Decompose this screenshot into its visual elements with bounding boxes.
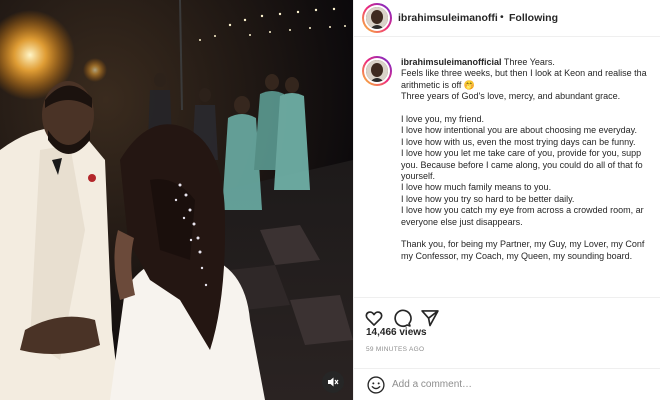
post-actions: 14,466 views 59 MINUTES AGO bbox=[354, 297, 660, 401]
post-details-panel: ibrahimsuleimanofficia • Following ibrah… bbox=[353, 0, 660, 400]
heart-icon[interactable] bbox=[364, 308, 384, 328]
caption-line: Feels like three weeks, but then I look … bbox=[401, 68, 647, 79]
profile-photo bbox=[366, 60, 388, 82]
caption-username[interactable]: ibrahimsuleimanofficial bbox=[401, 57, 502, 67]
send-icon[interactable] bbox=[420, 308, 440, 328]
separator-dot: • bbox=[500, 11, 504, 23]
caption-line: I love how you try so hard to be better … bbox=[401, 193, 575, 204]
comments-scroll-area[interactable]: ibrahimsuleimanofficial Three Years. Fee… bbox=[354, 37, 660, 297]
mute-button[interactable] bbox=[322, 371, 344, 393]
wedding-video-frame bbox=[0, 0, 353, 400]
comment-bubble-icon[interactable] bbox=[392, 308, 412, 328]
caption-line: you. Because before I came along, you co… bbox=[401, 159, 643, 170]
profile-photo bbox=[366, 7, 388, 29]
caption-line: I love how you let me take care of you, … bbox=[401, 148, 642, 159]
caption-avatar[interactable] bbox=[362, 56, 392, 86]
caption-line: I love how intentional you are about cho… bbox=[401, 125, 637, 136]
caption-line: arithmetic is off 🤭 bbox=[401, 79, 476, 90]
post-timestamp[interactable]: 59 MINUTES AGO bbox=[366, 346, 424, 353]
caption-title: Three Years. bbox=[503, 57, 555, 67]
caption-line: I love you, my friend. bbox=[401, 114, 485, 125]
caption-line: yourself. bbox=[401, 171, 436, 182]
caption-line: Thank you, for being my Partner, my Guy,… bbox=[401, 239, 645, 250]
post-video[interactable] bbox=[0, 0, 353, 400]
post-caption: ibrahimsuleimanofficial Three Years. Fee… bbox=[401, 57, 660, 262]
caption-line: everyone else just disappears. bbox=[401, 216, 523, 227]
following-button[interactable]: Following bbox=[509, 12, 558, 24]
caption-line: I love how much family means to you. bbox=[401, 182, 552, 193]
header-username[interactable]: ibrahimsuleimanofficia bbox=[398, 12, 498, 24]
caption-line: Three years of God's love, mercy, and ab… bbox=[401, 91, 621, 102]
smiley-icon[interactable] bbox=[366, 375, 386, 395]
view-count[interactable]: 14,466 views bbox=[366, 327, 427, 338]
avatar[interactable] bbox=[362, 3, 392, 33]
comment-form bbox=[354, 368, 660, 402]
caption-line: I love how you catch my eye from across … bbox=[401, 205, 644, 216]
caption-line: I love how with us, even the most trying… bbox=[401, 136, 636, 147]
caption-line: my Confessor, my Coach, my Queen, my sou… bbox=[401, 250, 633, 261]
comment-input[interactable] bbox=[392, 379, 642, 390]
post-header: ibrahimsuleimanofficia • Following bbox=[354, 0, 660, 37]
speaker-muted-icon bbox=[328, 377, 339, 387]
